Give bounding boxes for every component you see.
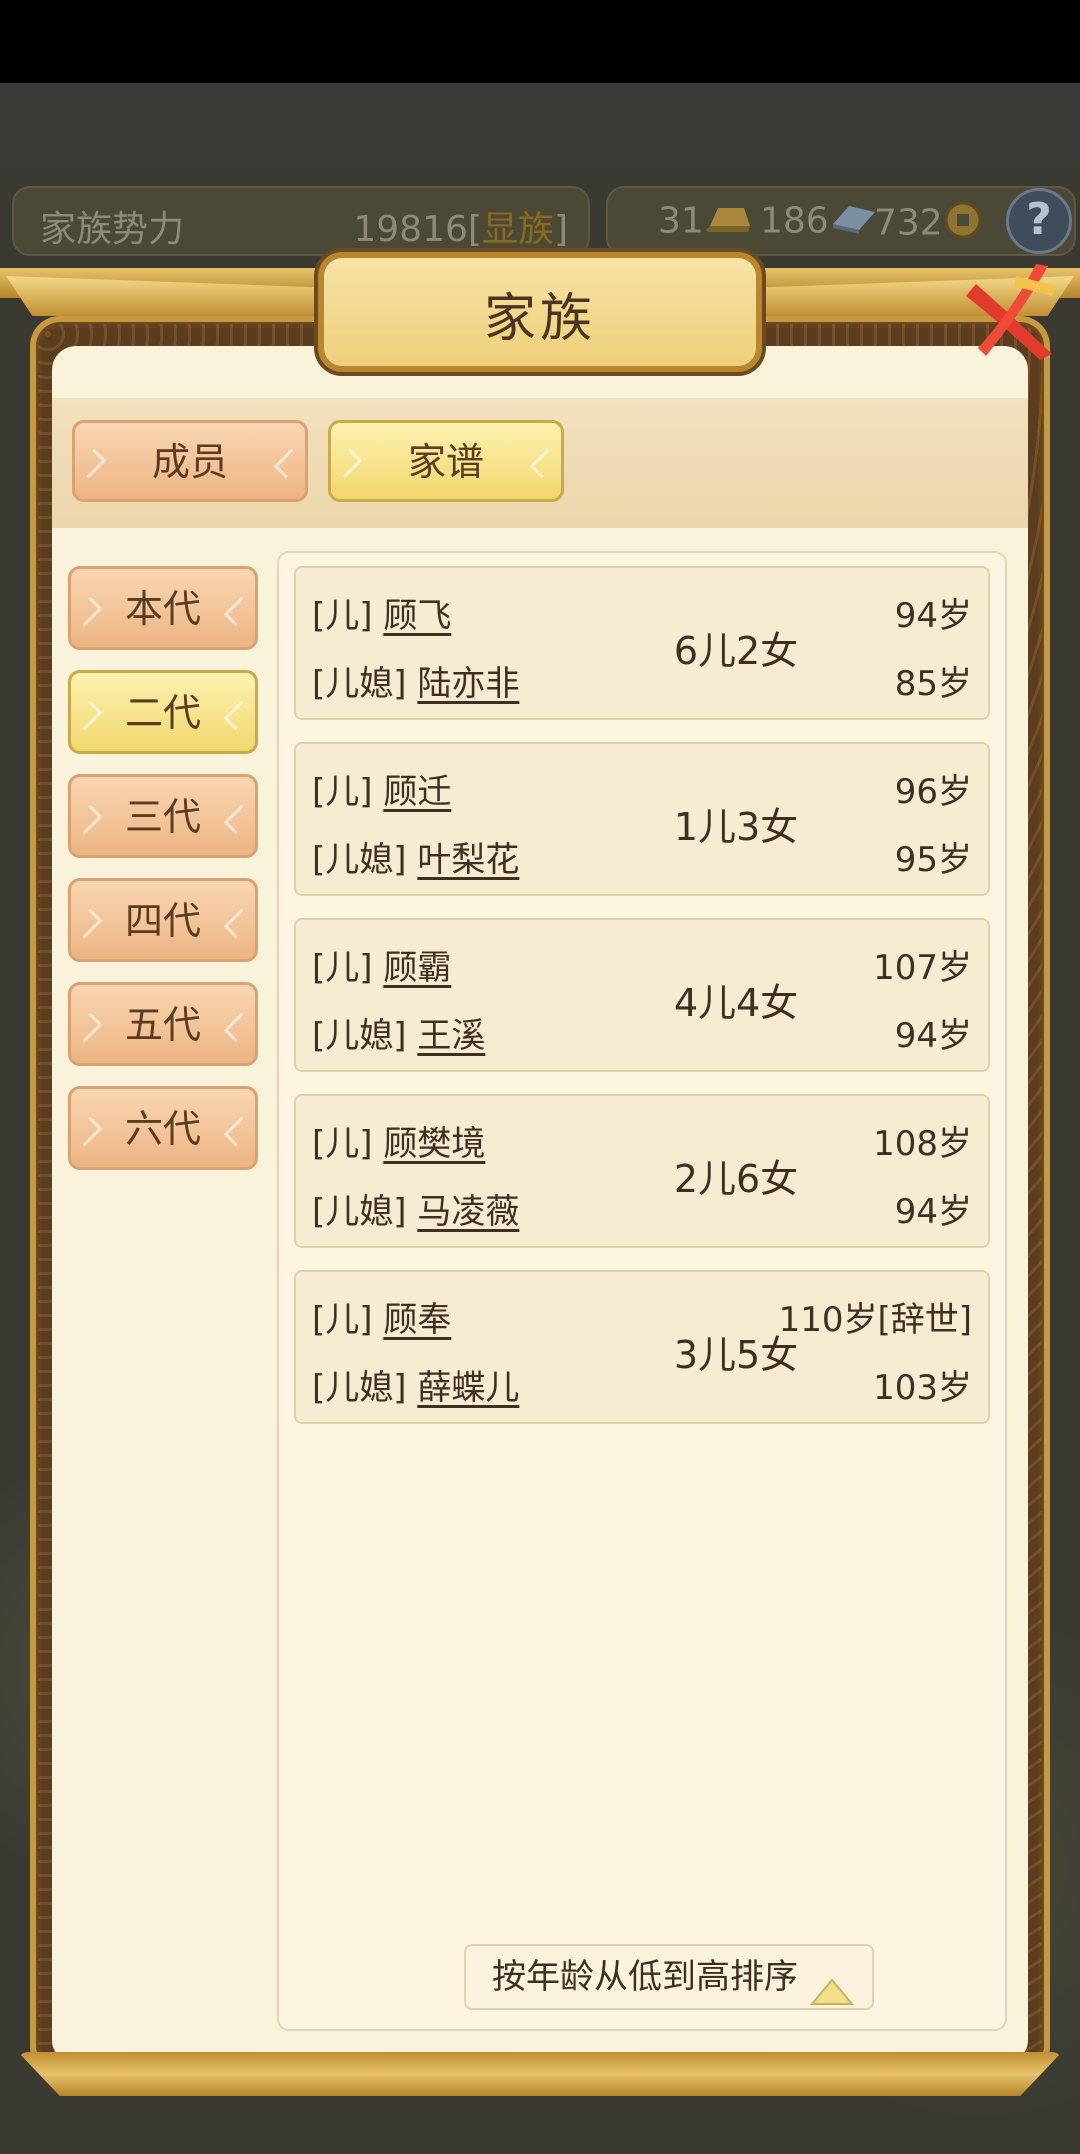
- power-number: 19816: [353, 209, 468, 250]
- spouse-row: [儿媳] 叶梨花: [312, 832, 519, 881]
- son-role: [儿]: [312, 596, 373, 636]
- spouse-role: [儿媳]: [312, 1016, 407, 1056]
- silver-ingot-icon: [829, 200, 877, 245]
- generation-1-button[interactable]: 本代: [68, 566, 258, 650]
- gold-ingot-icon: [704, 200, 752, 245]
- silver-count: 186: [760, 200, 877, 245]
- member-card: [儿] 顾樊境 [儿媳] 马凌薇 2儿6女 108岁 94岁: [294, 1094, 990, 1248]
- status-bar: [0, 0, 1080, 83]
- son-name-link[interactable]: 顾樊境: [383, 1124, 485, 1164]
- family-power-label: 家族势力: [40, 209, 185, 250]
- triangle-up-icon: [809, 1964, 855, 2026]
- son-name-link[interactable]: 顾霸: [383, 948, 451, 988]
- sort-by-age-button[interactable]: 按年龄从低到高排序: [464, 1944, 874, 2010]
- spouse-age: 85岁: [894, 664, 972, 704]
- spouse-row: [儿媳] 薛蝶儿: [312, 1360, 519, 1409]
- generation-2-button[interactable]: 二代: [68, 670, 258, 754]
- family-power-value: 19816[显族]: [353, 200, 568, 252]
- tab-members[interactable]: 成员: [72, 420, 308, 502]
- son-row: [儿] 顾迁: [312, 764, 451, 813]
- spouse-age: 95岁: [894, 840, 972, 880]
- children-count: 4儿4女: [673, 981, 799, 1025]
- spouse-name-link[interactable]: 陆亦非: [417, 664, 519, 704]
- generation-6-button[interactable]: 六代: [68, 1086, 258, 1170]
- son-age: 94岁: [894, 596, 972, 636]
- generation-5-button[interactable]: 五代: [68, 982, 258, 1066]
- tab-family-tree[interactable]: 家谱: [328, 420, 564, 502]
- spouse-name-link[interactable]: 马凌薇: [417, 1192, 519, 1232]
- family-power-bar: 家族势力 19816[显族]: [12, 186, 590, 256]
- close-icon: [966, 264, 1056, 360]
- son-age: 110岁[辞世]: [778, 1300, 972, 1340]
- son-name-link[interactable]: 顾飞: [383, 596, 451, 636]
- spouse-row: [儿媳] 王溪: [312, 1008, 485, 1057]
- spouse-role: [儿媳]: [312, 664, 407, 704]
- member-card: [儿] 顾奉 [儿媳] 薛蝶儿 3儿5女 110岁[辞世] 103岁: [294, 1270, 990, 1424]
- generation-3-button[interactable]: 三代: [68, 774, 258, 858]
- spouse-row: [儿媳] 马凌薇: [312, 1184, 519, 1233]
- spouse-name-link[interactable]: 叶梨花: [417, 840, 519, 880]
- help-button[interactable]: ?: [1006, 188, 1072, 254]
- spouse-role: [儿媳]: [312, 1368, 407, 1408]
- spouse-age: 94岁: [894, 1016, 972, 1056]
- spouse-name-link[interactable]: 薛蝶儿: [417, 1368, 519, 1408]
- bottom-rail: [18, 2052, 1062, 2096]
- generation-4-button[interactable]: 四代: [68, 878, 258, 962]
- children-count: 6儿2女: [673, 629, 799, 673]
- family-rank: 显族: [481, 209, 554, 250]
- son-role: [儿]: [312, 948, 373, 988]
- copper-coin-icon: [943, 200, 983, 249]
- son-row: [儿] 顾奉: [312, 1292, 451, 1341]
- son-role: [儿]: [312, 1124, 373, 1164]
- close-button[interactable]: [956, 256, 1068, 368]
- member-card: [儿] 顾霸 [儿媳] 王溪 4儿4女 107岁 94岁: [294, 918, 990, 1072]
- son-age: 108岁: [873, 1124, 972, 1164]
- spouse-name-link[interactable]: 王溪: [417, 1016, 485, 1056]
- sort-label: 按年龄从低到高排序: [492, 1957, 798, 1997]
- member-card: [儿] 顾飞 [儿媳] 陆亦非 6儿2女 94岁 85岁: [294, 566, 990, 720]
- rank-bracket-open: [: [467, 209, 482, 250]
- son-age: 107岁: [873, 948, 972, 988]
- background-band: [0, 83, 1080, 168]
- son-row: [儿] 顾樊境: [312, 1116, 485, 1165]
- spouse-row: [儿媳] 陆亦非: [312, 656, 519, 705]
- silver-value: 186: [760, 200, 829, 242]
- son-name-link[interactable]: 顾奉: [383, 1300, 451, 1340]
- rank-bracket-close: ]: [553, 209, 568, 250]
- spouse-role: [儿媳]: [312, 1192, 407, 1232]
- gold-count: 31: [658, 200, 752, 245]
- member-card: [儿] 顾迁 [儿媳] 叶梨花 1儿3女 96岁 95岁: [294, 742, 990, 896]
- copper-count: 732: [874, 200, 983, 249]
- children-count: 1儿3女: [673, 805, 799, 849]
- title-plaque: 家族: [324, 258, 756, 366]
- son-role: [儿]: [312, 1300, 373, 1340]
- son-age: 96岁: [894, 772, 972, 812]
- spouse-age: 94岁: [894, 1192, 972, 1232]
- son-role: [儿]: [312, 772, 373, 812]
- gold-value: 31: [658, 200, 704, 242]
- dialog-title: 家族: [483, 289, 596, 349]
- son-name-link[interactable]: 顾迁: [383, 772, 451, 812]
- copper-value: 732: [874, 202, 943, 244]
- son-row: [儿] 顾飞: [312, 588, 451, 637]
- children-count: 2儿6女: [673, 1157, 799, 1201]
- son-row: [儿] 顾霸: [312, 940, 451, 989]
- spouse-role: [儿媳]: [312, 840, 407, 880]
- spouse-age: 103岁: [873, 1368, 972, 1408]
